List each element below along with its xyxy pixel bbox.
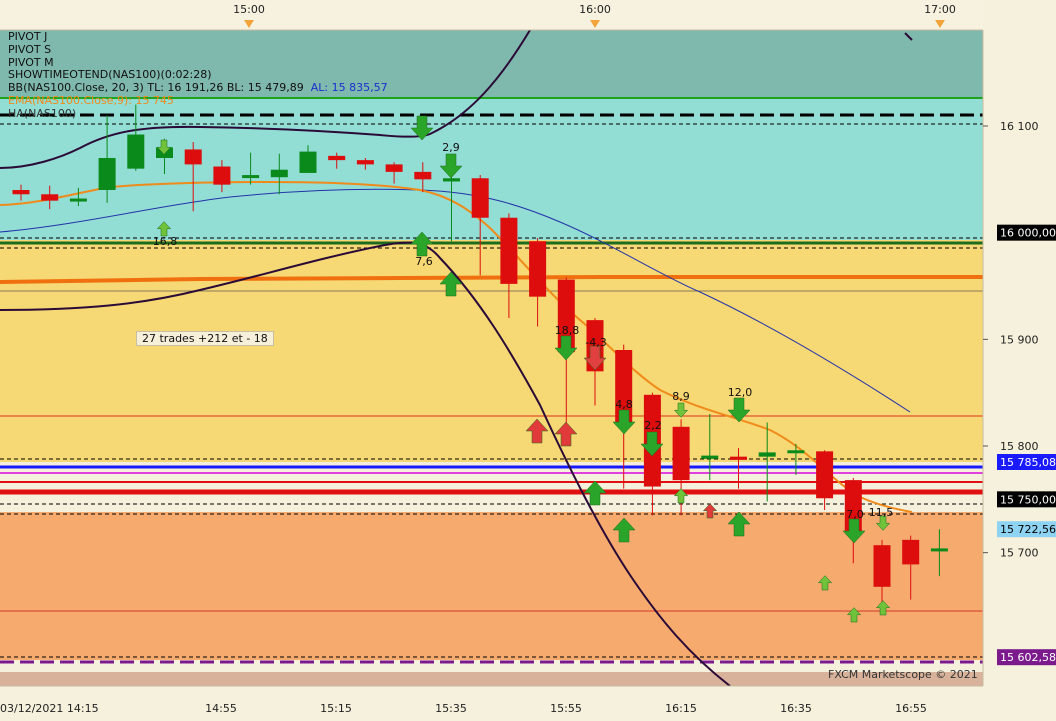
candle-body — [127, 134, 145, 169]
candle-body — [758, 452, 776, 457]
top-label-1: 16:00 — [579, 3, 611, 16]
top-label-2: 17:00 — [924, 3, 956, 16]
candle-body — [98, 158, 116, 190]
candle-body — [356, 160, 374, 165]
candle-body — [471, 178, 489, 218]
legend-bb-al: AL: 15 835,57 — [310, 81, 388, 95]
bottom-label-7: 16:55 — [895, 702, 927, 715]
candle — [816, 450, 834, 510]
candle-body — [873, 545, 891, 587]
bottom-label-1: 14:55 — [205, 702, 237, 715]
candle-body — [443, 178, 460, 182]
signal-value-label: 12,0 — [728, 386, 753, 399]
candle-body — [816, 451, 834, 499]
bottom-label-5: 16:15 — [665, 702, 697, 715]
bottom-time-scale: 03/12/2021 14:15 14:55 15:15 15:35 15:55… — [0, 685, 983, 721]
chart-window: { "chart_data": { "type": "candlestick",… — [0, 0, 1056, 721]
top-label-0: 15:00 — [233, 3, 265, 16]
price-tick-label: 15 700 — [1000, 547, 1039, 560]
candle-body — [500, 217, 518, 284]
candle-body — [270, 169, 288, 178]
trade-summary-label: 27 trades +212 et - 18 — [136, 331, 274, 346]
candle-body — [69, 198, 87, 202]
signal-value-label: 7,6 — [415, 255, 433, 268]
candle-body — [701, 455, 719, 459]
signal-value-label: 2,9 — [442, 141, 460, 154]
candle-body — [41, 194, 59, 201]
signal-value-label: 18,8 — [555, 324, 580, 337]
signal-value-label: 11,5 — [869, 506, 894, 519]
price-tick-label: 15 900 — [1000, 333, 1039, 346]
candle-body — [529, 241, 547, 297]
signal-value-label: 7,0 — [846, 508, 864, 521]
price-tag-label: 15 722,56 — [1000, 523, 1056, 536]
bottom-label-6: 16:35 — [780, 702, 812, 715]
signal-value-label: 4,8 — [615, 398, 633, 411]
price-tick-label: 16 100 — [1000, 120, 1039, 133]
price-tick-label: 15 800 — [1000, 440, 1039, 453]
candle-body — [299, 151, 317, 173]
candle-body — [930, 548, 948, 552]
candle-body — [672, 426, 690, 481]
bottom-label-3: 15:35 — [435, 702, 467, 715]
bottom-label-0: 03/12/2021 14:15 — [0, 702, 99, 715]
price-tag-label: 15 785,08 — [1000, 456, 1056, 469]
price-tag-label: 15 750,00 — [1000, 493, 1056, 506]
candle-body — [184, 149, 202, 165]
candle-body — [12, 190, 30, 195]
signal-value-label: 16,8 — [153, 235, 178, 248]
candle-body — [902, 539, 920, 565]
candle-body — [213, 166, 231, 185]
signal-value-label: 2,2 — [644, 419, 662, 432]
indicator-legend: PIVOT J PIVOT S PIVOT M SHOWTIMEOTEND(NA… — [8, 30, 388, 121]
candle-body — [385, 164, 403, 172]
copyright-text: FXCM Marketscope © 2021 — [828, 668, 978, 681]
signal-value-label: -4,3 — [585, 336, 606, 349]
legend-ema: EMA(NAS100.Close,9): 15 745 — [8, 93, 174, 107]
legend-pivot-s: PIVOT S — [8, 42, 52, 56]
zone-yellow — [0, 240, 983, 462]
candle-body — [787, 450, 805, 454]
price-scale: 16 100 15 900 15 800 15 700 16 000,00 15 785… — [982, 0, 1056, 721]
top-time-scale: 15:00 16:00 17:00 — [0, 0, 983, 31]
price-tag-label: 15 602,58 — [1000, 651, 1056, 664]
signal-value-label: 8,9 — [672, 390, 690, 403]
legend-pivot-j: PIVOT J — [8, 30, 48, 43]
bottom-label-2: 15:15 — [320, 702, 352, 715]
zone-orange — [0, 512, 983, 660]
legend-ha: HA(NAS100) — [8, 106, 77, 120]
candle-body — [730, 456, 747, 460]
bottom-label-4: 15:55 — [550, 702, 582, 715]
price-tag-label: 16 000,00 — [1000, 227, 1056, 240]
candle-body — [328, 155, 346, 161]
legend-bb-values: BB(NAS100.Close, 20, 3) TL: 16 191,26 BL… — [8, 81, 304, 95]
candle-body — [414, 171, 432, 180]
candle-body — [242, 175, 260, 179]
